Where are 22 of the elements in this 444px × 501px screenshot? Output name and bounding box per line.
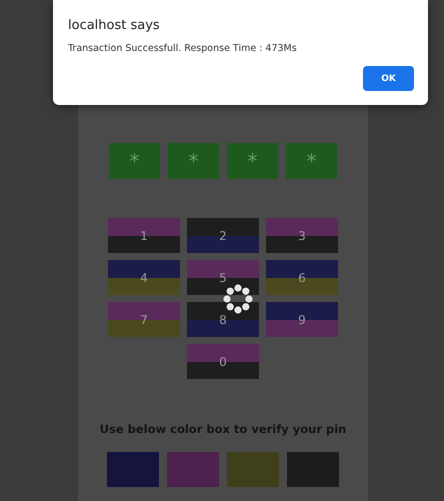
- pin-box: *: [286, 143, 337, 179]
- color-box[interactable]: [107, 452, 159, 487]
- color-box[interactable]: [227, 452, 279, 487]
- pin-box: *: [109, 143, 160, 179]
- keypad-key[interactable]: 2: [187, 218, 259, 253]
- color-box[interactable]: [167, 452, 219, 487]
- color-box[interactable]: [287, 452, 339, 487]
- ok-button[interactable]: OK: [363, 66, 414, 91]
- keypad-key[interactable]: 6: [266, 260, 338, 295]
- dialog-message: Transaction Successfull. Response Time : 473Ms: [68, 43, 298, 54]
- keypad-key[interactable]: 7: [108, 302, 180, 337]
- spinner-icon: [223, 284, 253, 314]
- keypad-key[interactable]: 1: [108, 218, 180, 253]
- pin-box: *: [168, 143, 219, 179]
- keypad-key[interactable]: 8: [187, 302, 259, 337]
- keypad-key[interactable]: 4: [108, 260, 180, 295]
- keypad-key[interactable]: 5: [187, 260, 259, 295]
- keypad-key[interactable]: 9: [266, 302, 338, 337]
- keypad-key[interactable]: 0: [187, 344, 259, 379]
- dialog-title: localhost says: [68, 18, 161, 33]
- keypad-key[interactable]: 3: [266, 218, 338, 253]
- pin-box: *: [227, 143, 278, 179]
